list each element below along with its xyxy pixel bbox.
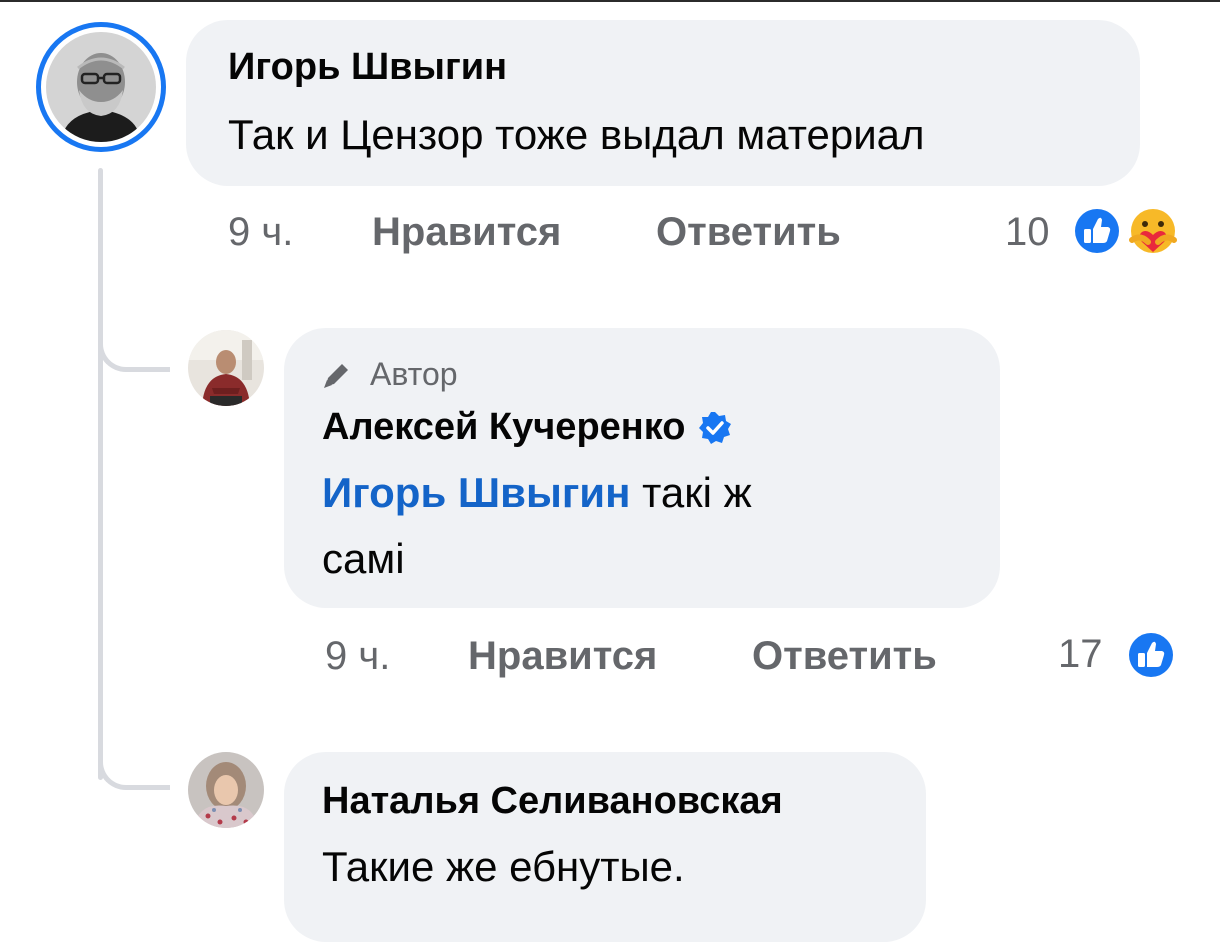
comment-author[interactable]: Наталья Селивановская	[322, 780, 783, 823]
comment-author[interactable]: Алексей Кучеренко	[322, 406, 685, 449]
like-icon[interactable]	[1124, 628, 1178, 682]
comment-text-line1: такі ж	[642, 469, 752, 516]
comment-bubble: Наталья Селивановская Такие же ебнутые.	[284, 752, 926, 942]
comment-text-line2: самі	[322, 535, 405, 582]
like-button[interactable]: Нравится	[468, 634, 657, 679]
like-icon[interactable]	[1070, 204, 1124, 258]
comment-author[interactable]: Игорь Швыгин	[228, 46, 507, 89]
avatar[interactable]	[46, 32, 156, 142]
comment-bubble: Автор Алексей Кучеренко Игорь Швыгин так…	[284, 328, 1000, 608]
author-row: Алексей Кучеренко	[322, 406, 733, 449]
author-badge: Автор	[370, 356, 458, 392]
verified-badge-icon	[697, 410, 733, 446]
avatar[interactable]	[188, 752, 264, 828]
avatar[interactable]	[188, 330, 264, 406]
reply-button[interactable]: Ответить	[752, 634, 937, 679]
comment-text: Игорь Швыгин такі ж	[322, 466, 752, 520]
comment-text: Так и Цензор тоже выдал материал	[228, 111, 925, 158]
comment-time[interactable]: 9 ч.	[325, 634, 390, 679]
reply-button[interactable]: Ответить	[656, 210, 841, 255]
comment-time[interactable]: 9 ч.	[228, 210, 293, 255]
comment-text: Такие же ебнутые.	[322, 843, 685, 890]
thread-line-branch-1	[98, 330, 170, 372]
thread-line-branch-2	[98, 748, 170, 790]
care-icon[interactable]	[1126, 204, 1180, 258]
reaction-count[interactable]: 17	[1058, 632, 1103, 677]
top-divider	[0, 0, 1220, 2]
comment-bubble: Игорь Швыгин Так и Цензор тоже выдал мат…	[186, 20, 1140, 186]
mention-link[interactable]: Игорь Швыгин	[322, 469, 631, 516]
pencil-icon	[320, 358, 354, 392]
thread-line-vertical	[98, 168, 103, 780]
like-button[interactable]: Нравится	[372, 210, 561, 255]
reaction-count[interactable]: 10	[1005, 210, 1050, 255]
